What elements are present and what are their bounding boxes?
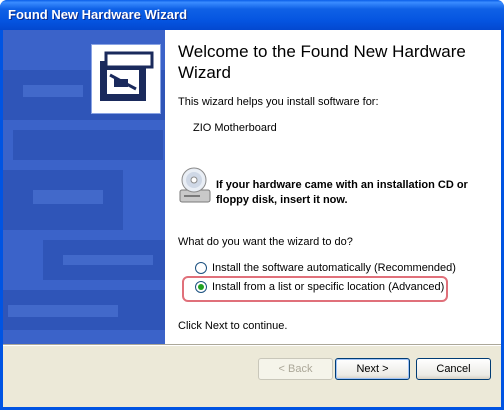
next-button[interactable]: Next > — [335, 358, 410, 380]
option-install-from-list[interactable]: Install from a list or specific location… — [195, 279, 444, 295]
wizard-side-banner — [3, 30, 165, 344]
question-text: What do you want the wizard to do? — [178, 236, 353, 248]
wizard-client-area: Welcome to the Found New Hardware Wizard… — [3, 30, 501, 407]
option-label: Install the software automatically (Reco… — [212, 262, 456, 274]
continue-note: Click Next to continue. — [178, 320, 288, 332]
intro-text: This wizard helps you install software f… — [178, 96, 379, 108]
radio-install-from-list[interactable] — [195, 281, 207, 293]
wizard-content: Welcome to the Found New Hardware Wizard… — [165, 30, 501, 344]
title-bar[interactable]: Found New Hardware Wizard — [0, 0, 504, 30]
cd-instruction: If your hardware came with an installati… — [216, 179, 468, 206]
button-bar: < Back Next > Cancel — [3, 346, 501, 407]
option-install-automatically[interactable]: Install the software automatically (Reco… — [195, 260, 456, 276]
cancel-button[interactable]: Cancel — [416, 358, 491, 380]
wizard-window: Found New Hardware Wizard Welcome to the… — [0, 0, 504, 410]
back-button[interactable]: < Back — [258, 358, 333, 380]
device-name: ZIO Motherboard — [193, 122, 277, 134]
cd-drive-icon — [178, 166, 212, 204]
hardware-drawer-icon — [91, 44, 161, 114]
window-title: Found New Hardware Wizard — [8, 7, 188, 22]
radio-install-automatically[interactable] — [195, 262, 207, 274]
option-label: Install from a list or specific location… — [212, 281, 445, 293]
wizard-heading: Welcome to the Found New Hardware Wizard — [178, 42, 466, 82]
